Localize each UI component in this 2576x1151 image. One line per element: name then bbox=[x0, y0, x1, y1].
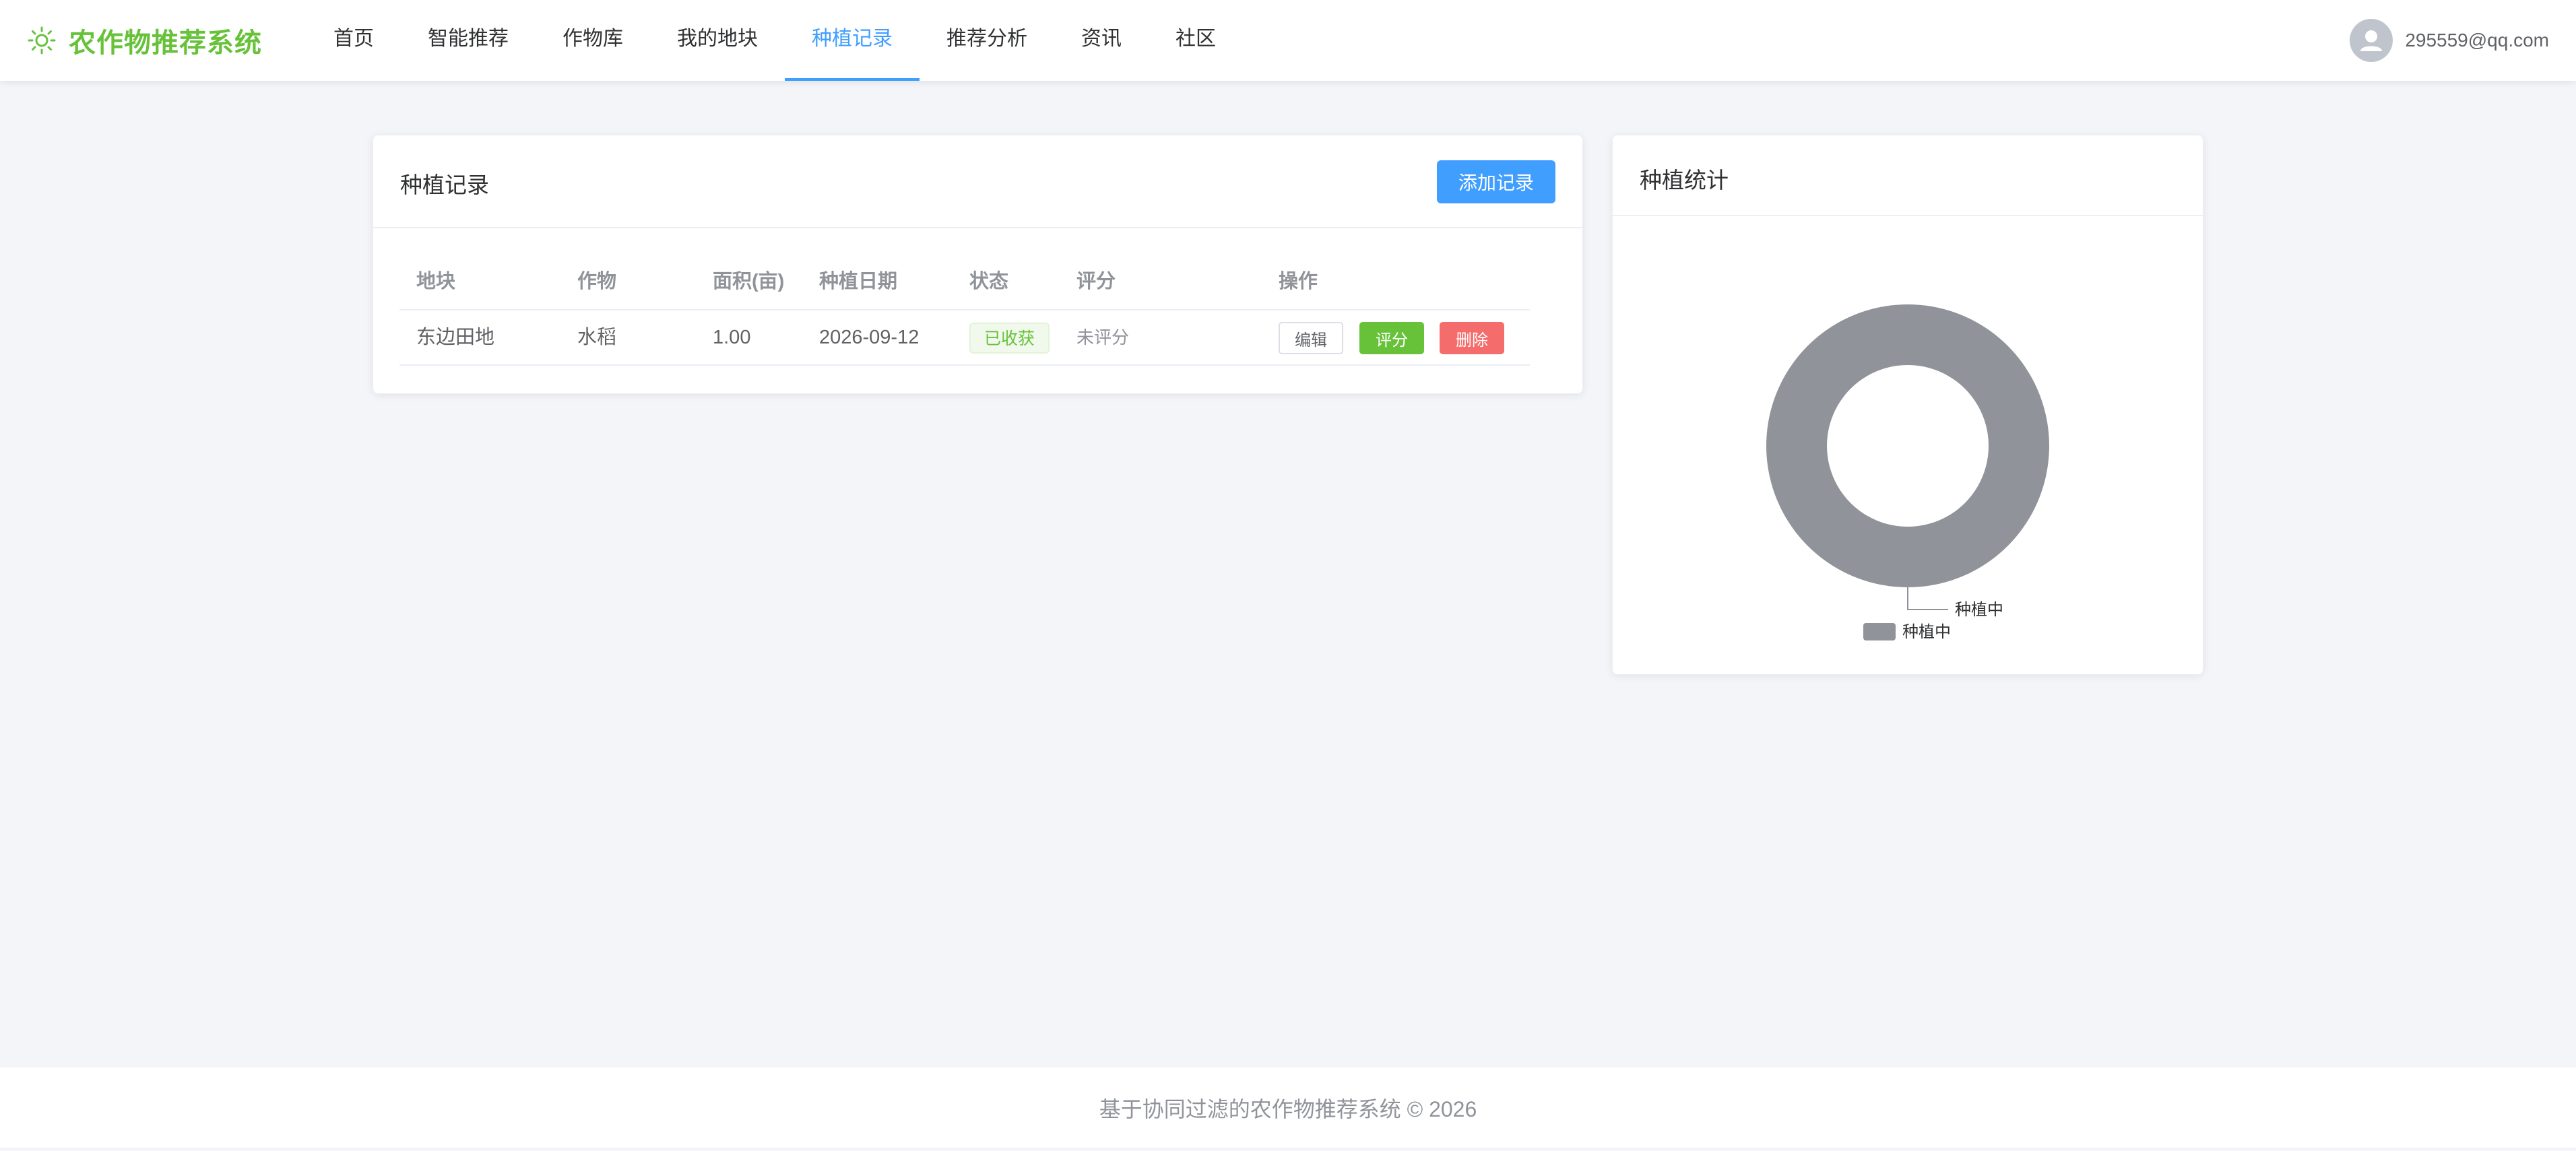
user-icon bbox=[2360, 30, 2383, 51]
status-badge: 已收获 bbox=[969, 323, 1050, 354]
avatar[interactable] bbox=[2350, 19, 2393, 62]
column-header-plot: 地块 bbox=[416, 271, 456, 292]
user-menu[interactable]: 295559@qq.com bbox=[2350, 18, 2549, 63]
pie-slice-0[interactable] bbox=[1766, 304, 2049, 587]
cell-area: 1.00 bbox=[713, 327, 751, 348]
nav-item-smart-recommend[interactable]: 智能推荐 bbox=[401, 0, 536, 81]
table-row: 东边田地 水稻 1.00 2026-09-12 已收获 未评分 编辑 评分 删除 bbox=[399, 310, 1530, 366]
nav-item-crop-library[interactable]: 作物库 bbox=[536, 0, 650, 81]
card-title: 种植统计 bbox=[1640, 168, 1729, 193]
rate-button[interactable]: 评分 bbox=[1359, 322, 1424, 354]
add-record-button[interactable]: 添加记录 bbox=[1437, 160, 1555, 203]
brand[interactable]: 农作物推荐系统 bbox=[27, 20, 262, 61]
cell-crop: 水稻 bbox=[577, 327, 617, 348]
slice-label-line bbox=[1907, 587, 1948, 610]
planting-stats-donut-chart: 种植中种植中 bbox=[1766, 304, 2049, 641]
column-header-area: 面积(亩) bbox=[713, 271, 785, 292]
column-header-crop: 作物 bbox=[577, 271, 617, 292]
card-header: 种植统计 bbox=[1613, 135, 2203, 216]
delete-button[interactable]: 删除 bbox=[1440, 322, 1504, 354]
edit-button[interactable]: 编辑 bbox=[1279, 322, 1343, 354]
app-title: 农作物推荐系统 bbox=[69, 28, 262, 58]
planting-stats-card: 种植统计 种植中 种植中 bbox=[1612, 135, 2203, 675]
cell-plot: 东边田地 bbox=[416, 327, 495, 348]
user-email[interactable]: 295559@qq.com bbox=[2405, 30, 2549, 51]
slice-label: 种植中 bbox=[1955, 601, 2003, 619]
column-header-status: 状态 bbox=[969, 271, 1009, 292]
planting-records-card: 种植记录 添加记录 地块 作物 面积(亩) 种植日期 状态 评分 操作 东边田地… bbox=[373, 135, 1583, 394]
column-header-date: 种植日期 bbox=[819, 271, 898, 292]
legend-swatch[interactable] bbox=[1863, 623, 1896, 640]
cell-rating: 未评分 bbox=[1076, 327, 1130, 348]
legend-label[interactable]: 种植中 bbox=[1902, 623, 1951, 641]
footer-text: 基于协同过滤的农作物推荐系统 © 2026 bbox=[1099, 1097, 1477, 1121]
footer: 基于协同过滤的农作物推荐系统 © 2026 bbox=[0, 1067, 2576, 1148]
top-navbar: 农作物推荐系统 首页 智能推荐 作物库 我的地块 种植记录 推荐分析 资讯 社区… bbox=[0, 0, 2576, 81]
cell-date: 2026-09-12 bbox=[819, 327, 920, 348]
nav-item-community[interactable]: 社区 bbox=[1149, 0, 1243, 81]
nav-item-planting-records[interactable]: 种植记录 bbox=[785, 0, 920, 81]
nav-item-home[interactable]: 首页 bbox=[307, 0, 401, 81]
sun-icon bbox=[27, 26, 57, 55]
card-header: 种植记录 添加记录 bbox=[373, 135, 1582, 228]
column-header-rating: 评分 bbox=[1076, 271, 1116, 292]
records-table: 地块 作物 面积(亩) 种植日期 状态 评分 操作 东边田地 水稻 1.00 2… bbox=[399, 255, 1530, 366]
main-nav: 首页 智能推荐 作物库 我的地块 种植记录 推荐分析 资讯 社区 bbox=[307, 0, 1243, 81]
column-header-actions: 操作 bbox=[1279, 271, 1318, 292]
card-title: 种植记录 bbox=[400, 172, 489, 197]
nav-item-news[interactable]: 资讯 bbox=[1054, 0, 1149, 81]
nav-item-my-plots[interactable]: 我的地块 bbox=[650, 0, 785, 81]
nav-item-recommend-analysis[interactable]: 推荐分析 bbox=[920, 0, 1054, 81]
table-header-row: 地块 作物 面积(亩) 种植日期 状态 评分 操作 bbox=[399, 255, 1530, 310]
